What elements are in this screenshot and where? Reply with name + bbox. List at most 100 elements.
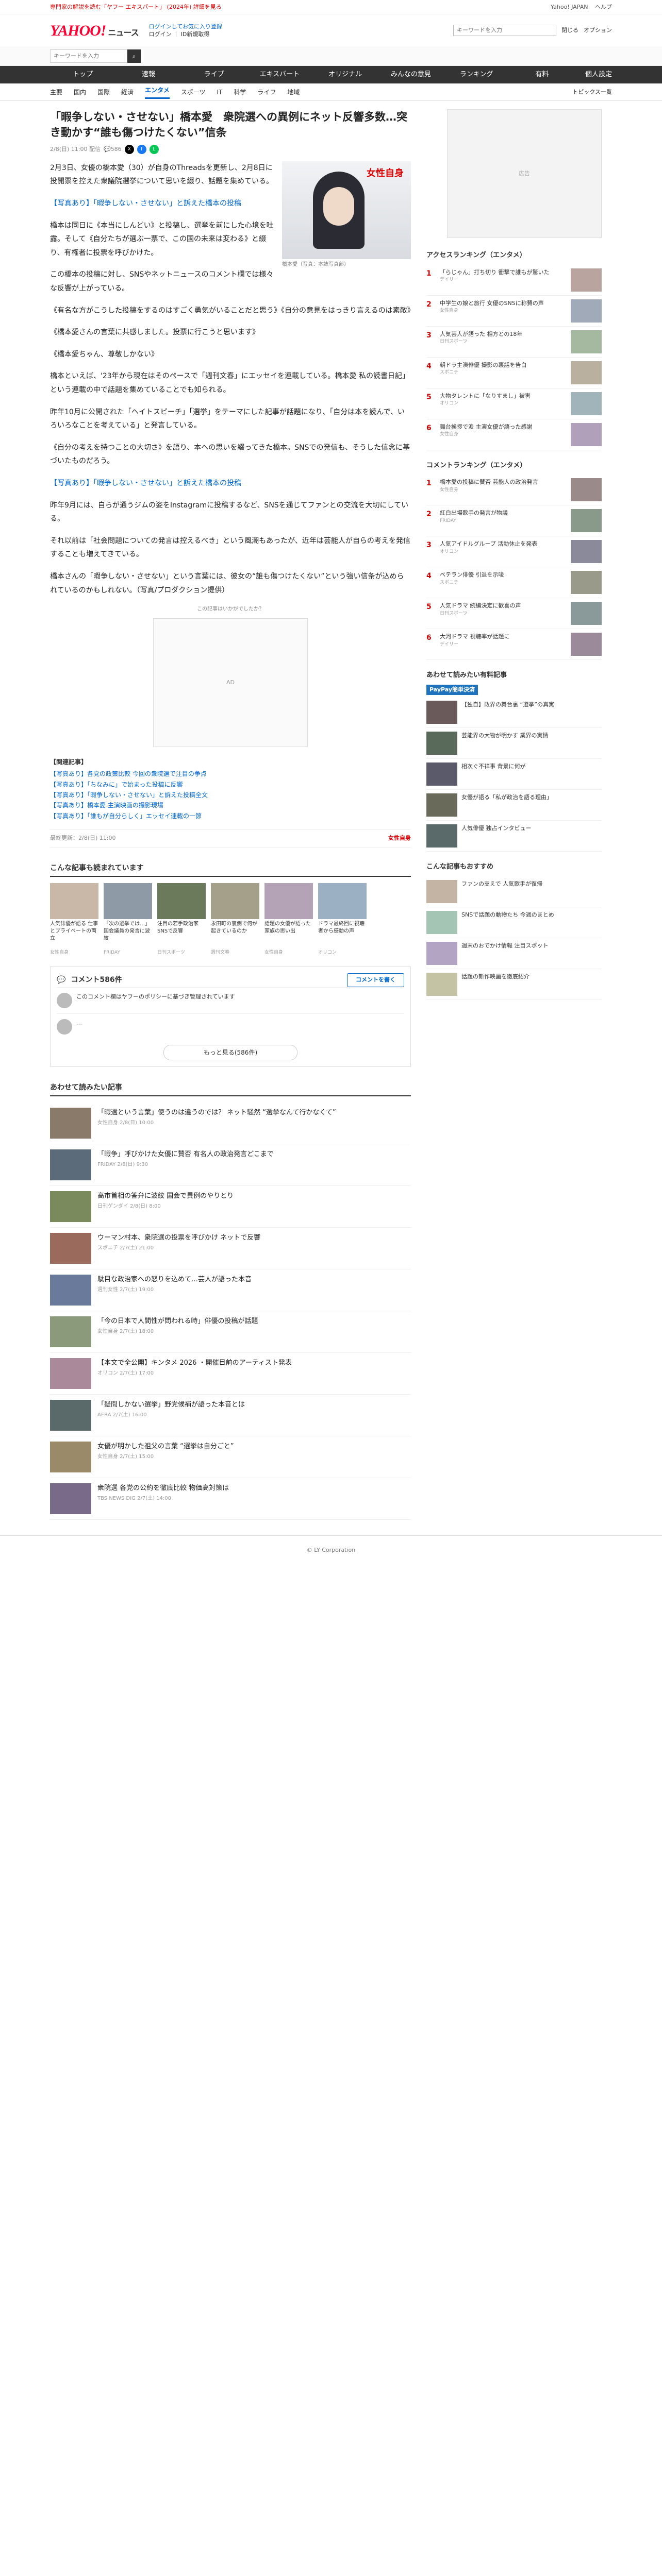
ranking-item[interactable]: 3 人気芸人が語った 相方との18年 日刊スポーツ xyxy=(426,327,602,358)
gnav-item[interactable]: みんなの意見 xyxy=(378,70,443,80)
gnav-item[interactable]: オリジナル xyxy=(312,70,378,80)
write-comment-button[interactable]: コメントを書く xyxy=(347,973,404,987)
tab-economy[interactable]: 経済 xyxy=(121,88,134,97)
related-link[interactable]: 【写真あり】「ちなみに」で始まった投稿に反響 xyxy=(50,779,411,790)
list-item[interactable]: 「疑問しかない選挙」野党候補が語った本音とは AERA 2/7(土) 16:00 xyxy=(50,1395,411,1436)
inline-ad[interactable]: AD xyxy=(153,618,308,748)
related-link[interactable]: 【写真あり】橋本愛 主演映画の撮影現場 xyxy=(50,800,411,810)
paragraph: 《橋本愛ちゃん、尊敬しかない》 xyxy=(50,350,158,359)
tab-entertainment[interactable]: エンタメ xyxy=(145,86,170,99)
list-item[interactable]: 衆院選 各党の公約を徹底比較 物価高対策は TBS NEWS DIG 2/7(土)… xyxy=(50,1478,411,1520)
pickup-item[interactable]: ファンの支えで 人気歌手が復帰 xyxy=(426,876,602,907)
ranking-item[interactable]: 4 ベテラン俳優 引退を示唆 スポニチ xyxy=(426,567,602,598)
search-icon[interactable]: ⌕ xyxy=(127,49,141,63)
article-card[interactable]: 人気俳優が語る 仕事とプライベートの両立 女性自身 xyxy=(50,883,98,957)
ranking-item[interactable]: 1 橋本愛の投稿に賛否 芸能人の政治発言 女性自身 xyxy=(426,474,602,505)
gnav-item[interactable]: エキスパート xyxy=(247,70,312,80)
login-link[interactable]: ログイン xyxy=(149,31,172,38)
ranking-item[interactable]: 6 大河ドラマ 視聴率が話題に デイリー xyxy=(426,629,602,660)
tab-life[interactable]: ライフ xyxy=(257,88,276,97)
tab-local[interactable]: 地域 xyxy=(287,88,300,97)
feedback-prompt: この記事はいかがでしたか？ xyxy=(197,606,264,613)
ranking-item[interactable]: 4 朝ドラ主演俳優 撮影の裏話を告白 スポニチ xyxy=(426,358,602,388)
tab-science[interactable]: 科学 xyxy=(234,88,246,97)
help-link[interactable]: ヘルプ xyxy=(595,4,612,10)
article-card[interactable]: 永田町の裏側で何が起きているのか 週刊文春 xyxy=(211,883,259,957)
related-link[interactable]: 【写真あり】各党の政策比較 今回の衆院選で注目の争点 xyxy=(50,769,411,779)
ranking-item[interactable]: 3 人気アイドルグループ 活動休止を発表 オリコン xyxy=(426,536,602,567)
paragraph: それ以前は「社会問題についての発言は控えるべき」という風潮もあったが、近年は芸能… xyxy=(50,536,410,559)
list-item[interactable]: 女優が明かした祖父の言葉 “選挙は自分ごと” 女性自身 2/7(土) 15:00 xyxy=(50,1436,411,1478)
photo-link[interactable]: 【写真あり】「暇争しない・させない」と訴えた橋本の投稿 xyxy=(50,477,411,490)
login-hint[interactable]: ログインしてお気に入り登録 xyxy=(149,23,222,30)
related-link[interactable]: 【写真あり】「暇争しない・させない」と訴えた投稿全文 xyxy=(50,790,411,800)
pickup-item[interactable]: 女優が語る「私が政治を語る理由」 xyxy=(426,790,602,821)
list-item[interactable]: ウーマン村本、衆院選の投票を呼びかけ ネットで反響 スポニチ 2/7(土) 21:… xyxy=(50,1228,411,1269)
paragraph: 橋本といえば、'23年から現在はそのペースで「週刊文春」にエッセイを連載している… xyxy=(50,372,409,394)
article-date: 2/8(日) 11:00 配信 xyxy=(50,145,101,152)
gnav-item[interactable]: ランキング xyxy=(444,70,509,80)
pickup-item[interactable]: 人気俳優 独占インタビュー xyxy=(426,821,602,852)
comment-count-badge[interactable]: 💬586 xyxy=(104,145,122,154)
header-search-input[interactable] xyxy=(453,25,556,36)
gnav-item[interactable]: 有料 xyxy=(509,70,575,80)
ranking-item[interactable]: 1 「らじゃん」打ち切り 衝撃で誰もが驚いた デイリー xyxy=(426,265,602,296)
pickup-item[interactable]: 話題の新作映画を徹底紹介 xyxy=(426,969,602,1000)
list-item[interactable]: 高市首相の答弁に波紋 国会で異例のやりとり 日刊ゲンダイ 2/8(日) 8:00 xyxy=(50,1186,411,1228)
related-link[interactable]: 【写真あり】「誰もが自分らしく」エッセイ連載の一節 xyxy=(50,811,411,821)
list-item[interactable]: 【本文で全公開】キンタメ 2026 ・開催目前のアーティスト発表 オリコン 2/7… xyxy=(50,1353,411,1395)
news-search-input[interactable] xyxy=(50,49,127,63)
comment-ranking-heading: コメントランキング（エンタメ） xyxy=(426,461,527,469)
gnav-item[interactable]: 速報 xyxy=(115,70,181,80)
x-share-icon[interactable]: X xyxy=(124,144,134,154)
global-nav: トップ 速報 ライブ エキスパート オリジナル みんなの意見 ランキング 有料 … xyxy=(0,66,662,83)
article-title: 「暇争しない・させない」橋本愛 衆院選への異例にネット反響多数…突き動かす“誰も… xyxy=(50,111,407,139)
pickup-item[interactable]: SNSで話題の動物たち 今週のまとめ xyxy=(426,907,602,938)
yahoo-japan-link[interactable]: Yahoo! JAPAN xyxy=(551,4,588,10)
yahoo-news-logo[interactable]: YAHOO! ニュース xyxy=(50,19,139,42)
ranking-item[interactable]: 5 大物タレントに「なりすまし」被害 オリコン xyxy=(426,388,602,419)
personal-settings-link[interactable]: 個人設定 xyxy=(575,70,612,80)
article-card[interactable]: 「次の選挙では…」国会議員の発言に波紋 FRIDAY xyxy=(104,883,152,957)
pickup-item[interactable]: 【独自】政界の舞台裏 “選挙”の真実 xyxy=(426,697,602,728)
ranking-item[interactable]: 2 中学生の娘と旅行 女優のSNSに称賛の声 女性自身 xyxy=(426,296,602,327)
tab-it[interactable]: IT xyxy=(217,88,222,97)
line-share-icon[interactable]: L xyxy=(149,144,159,154)
article-card[interactable]: 注目の若手政治家 SNSで反響 日刊スポーツ xyxy=(157,883,206,957)
paragraph: 昨年9月には、自らが通うジムの姿をInstagramに投稿するなど、SNSを通じ… xyxy=(50,501,409,523)
list-item[interactable]: 「暇選という言葉」使うのは違うのでは？ ネット騒然 “選挙なんて行かなくて” 女性… xyxy=(50,1103,411,1144)
promo-link[interactable]: 専門家の解説を読む「ヤフー エキスパート」 (2024年) 詳細を見る xyxy=(50,3,545,12)
list-item[interactable]: 駄目な政治家への怒りを込めて…芸人が語った本音 週刊女性 2/7(土) 19:00 xyxy=(50,1269,411,1311)
gnav-item[interactable]: トップ xyxy=(50,70,115,80)
comments-heading: コメント586件 xyxy=(71,975,122,984)
pickup-item[interactable]: 芸能界の大物が明かす 業界の実情 xyxy=(426,728,602,759)
gnav-item[interactable]: ライブ xyxy=(181,70,247,80)
provider-name[interactable]: 女性自身 xyxy=(388,834,411,843)
tab-sports[interactable]: スポーツ xyxy=(181,88,206,97)
pickup-item[interactable]: 相次ぐ不祥事 背景に何が xyxy=(426,759,602,790)
option-link[interactable]: オプション xyxy=(584,26,612,35)
tab-world[interactable]: 国際 xyxy=(97,88,110,97)
list-item[interactable]: 「今の日本で人間性が問われる時」俳優の投稿が話題 女性自身 2/7(土) 18:0… xyxy=(50,1311,411,1353)
article-card[interactable]: ドラマ最終回に視聴者から感動の声 オリコン xyxy=(318,883,367,957)
close-link[interactable]: 閉じる xyxy=(561,26,578,35)
article-photo[interactable]: 女性自身 橋本愛（写真：本誌写真部） xyxy=(282,161,411,268)
more-comments-button[interactable]: もっと見る(586件) xyxy=(163,1044,297,1060)
pickup-item[interactable]: 週末のおでかけ情報 注目スポット xyxy=(426,938,602,969)
site-header: YAHOO!ニュース ログインしてお気に入り登録 ログイン ｜ ID新規取得 閉… xyxy=(0,14,662,46)
also-read-heading: こんな記事も読まれています xyxy=(50,863,411,877)
list-item[interactable]: 「暇争」呼びかけた女優に賛否 有名人の政治発言どこまで FRIDAY 2/8(日)… xyxy=(50,1144,411,1186)
tab-domestic[interactable]: 国内 xyxy=(74,88,86,97)
sidebar-ad[interactable]: 広告 xyxy=(447,109,602,238)
ranking-item[interactable]: 6 舞台挨拶で涙 主演女優が語った感謝 女性自身 xyxy=(426,419,602,450)
tab-major[interactable]: 主要 xyxy=(50,88,62,97)
article-card[interactable]: 話題の女優が語った家族の思い出 女性自身 xyxy=(264,883,313,957)
paragraph: 橋本さんの「暇争しない・させない」という言葉には、彼女の“誰も傷つけたくない”と… xyxy=(50,572,404,595)
facebook-share-icon[interactable]: f xyxy=(137,144,146,154)
ranking-item[interactable]: 5 人気ドラマ 続編決定に歓喜の声 日刊スポーツ xyxy=(426,598,602,629)
signup-link[interactable]: ID新規取得 xyxy=(181,31,210,38)
ranking-item[interactable]: 2 紅白出場歌手の発言が物議 FRIDAY xyxy=(426,505,602,536)
paragraph: 昨年10月に公開された「ヘイトスピーチ」「選挙」をテーマにした記事が話題になり、… xyxy=(50,408,405,430)
topics-list-link[interactable]: トピックス一覧 xyxy=(572,88,612,97)
related-articles: 【関連記事】 【写真あり】各党の政策比較 今回の衆院選で注目の争点 【写真あり】… xyxy=(50,757,411,821)
